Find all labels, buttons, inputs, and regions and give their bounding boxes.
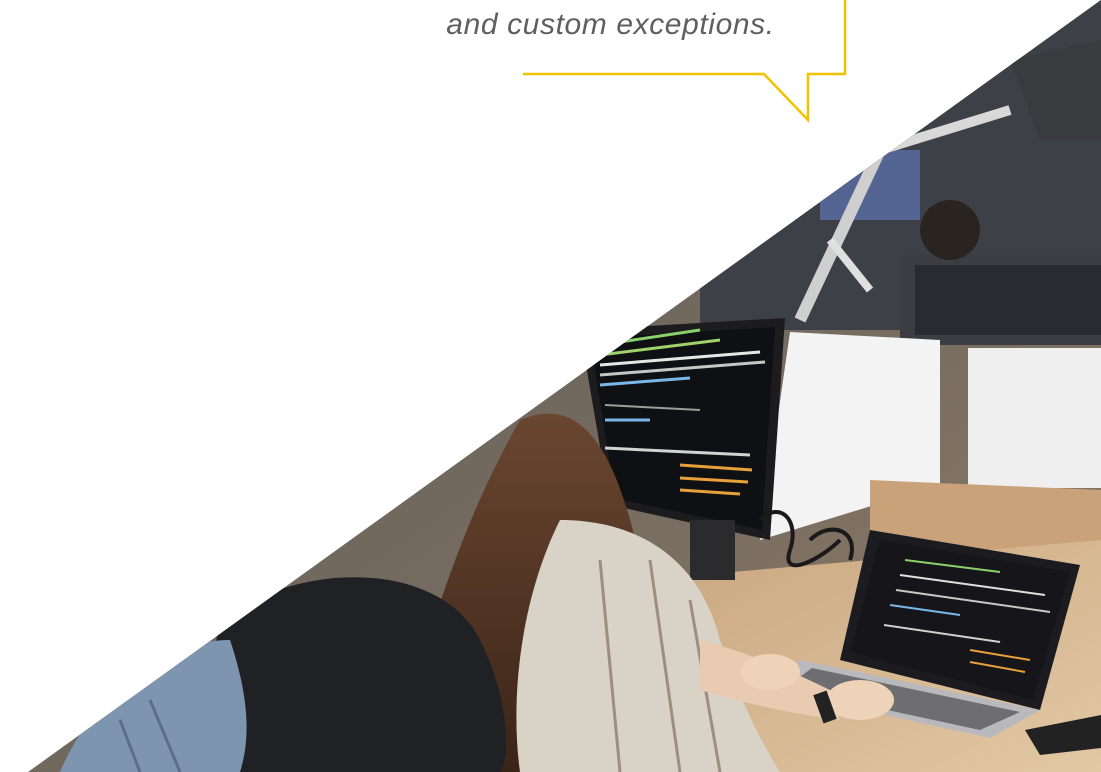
quote-text: and custom exceptions. xyxy=(446,8,775,41)
office-photo xyxy=(28,0,1101,772)
hero-section: and custom exceptions. xyxy=(0,0,1101,772)
